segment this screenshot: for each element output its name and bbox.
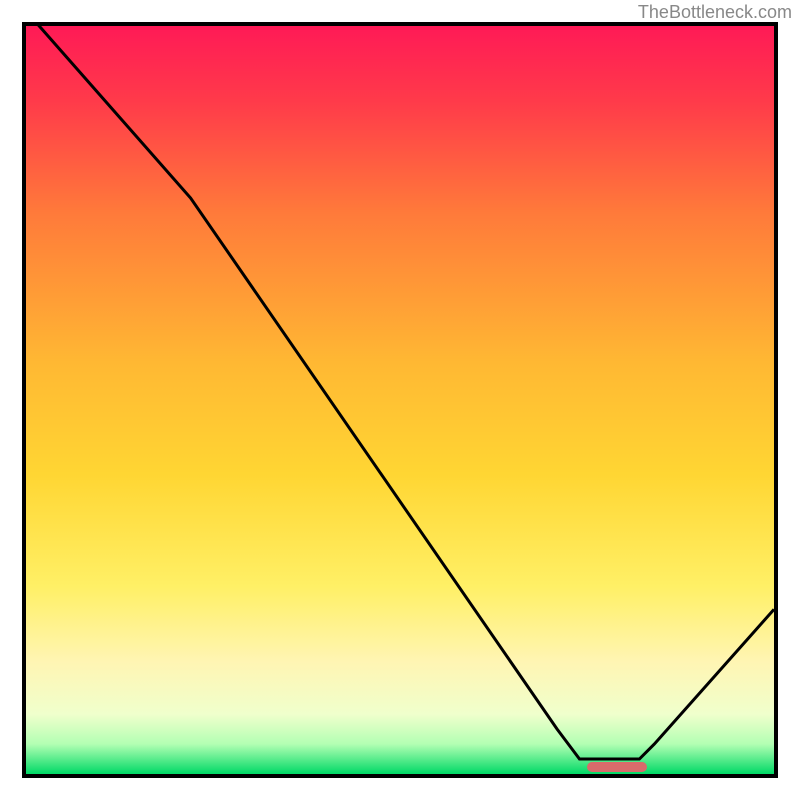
optimal-range-marker — [587, 762, 647, 772]
watermark-text: TheBottleneck.com — [638, 2, 792, 23]
chart-container — [22, 22, 778, 778]
bottleneck-curve-line — [26, 26, 774, 774]
